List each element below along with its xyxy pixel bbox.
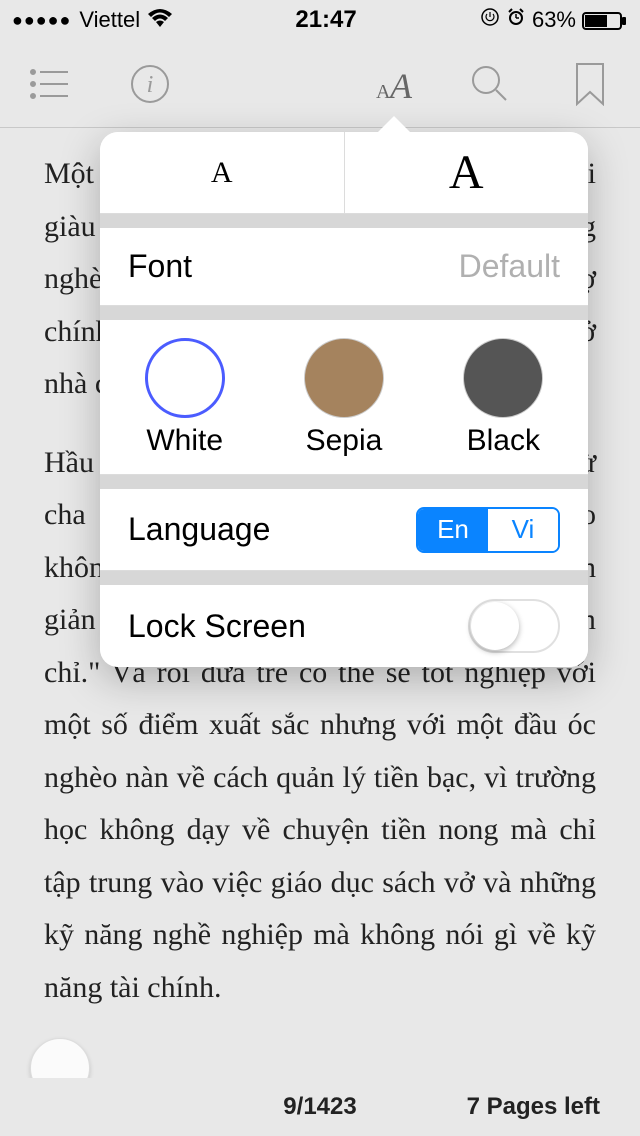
rotation-lock-icon	[480, 7, 500, 33]
switch-knob	[471, 602, 519, 650]
language-segmented-control: En Vi	[416, 507, 560, 553]
reader-toolbar: i A A	[0, 40, 640, 128]
increase-font-button[interactable]: A	[345, 132, 589, 213]
lock-screen-label: Lock Screen	[128, 608, 306, 645]
toc-icon[interactable]	[0, 40, 100, 128]
circle-icon	[145, 338, 225, 418]
theme-black[interactable]: Black	[463, 338, 543, 458]
bookmark-icon[interactable]	[540, 40, 640, 128]
theme-sepia[interactable]: Sepia	[304, 338, 384, 458]
circle-icon	[463, 338, 543, 418]
popover-arrow	[376, 116, 412, 134]
battery-percent: 63%	[532, 7, 576, 33]
theme-label: Sepia	[306, 424, 383, 458]
theme-white[interactable]: White	[145, 338, 225, 458]
language-vi-button[interactable]: Vi	[488, 509, 558, 551]
font-row[interactable]: Font Default	[100, 228, 588, 306]
page-position: 9/1423	[283, 1093, 356, 1121]
status-bar: ●●●●● Viettel 21:47 63%	[0, 0, 640, 40]
info-icon[interactable]: i	[100, 40, 200, 128]
theme-label: White	[146, 424, 223, 458]
search-icon[interactable]	[440, 40, 540, 128]
alarm-icon	[506, 7, 526, 33]
theme-label: Black	[467, 424, 540, 458]
svg-text:A: A	[376, 81, 391, 103]
language-en-button[interactable]: En	[418, 509, 488, 551]
font-value: Default	[459, 248, 560, 285]
font-label: Font	[128, 248, 192, 285]
clock: 21:47	[295, 6, 356, 34]
decrease-font-button[interactable]: A	[100, 132, 345, 213]
battery-icon	[582, 7, 628, 33]
wifi-icon	[148, 7, 172, 33]
font-settings-popover: A A Font Default White Sepia Black Langu…	[100, 132, 588, 667]
language-label: Language	[128, 511, 270, 548]
svg-text:i: i	[147, 72, 154, 98]
pages-left: 7 Pages left	[467, 1093, 600, 1121]
footer: . 9/1423 7 Pages left	[0, 1078, 640, 1136]
signal-strength-icon: ●●●●●	[12, 10, 71, 31]
font-settings-icon[interactable]: A A	[340, 40, 440, 128]
lock-screen-toggle[interactable]	[468, 599, 560, 653]
carrier-label: Viettel	[79, 7, 140, 33]
circle-icon	[304, 338, 384, 418]
svg-text:A: A	[388, 66, 413, 106]
